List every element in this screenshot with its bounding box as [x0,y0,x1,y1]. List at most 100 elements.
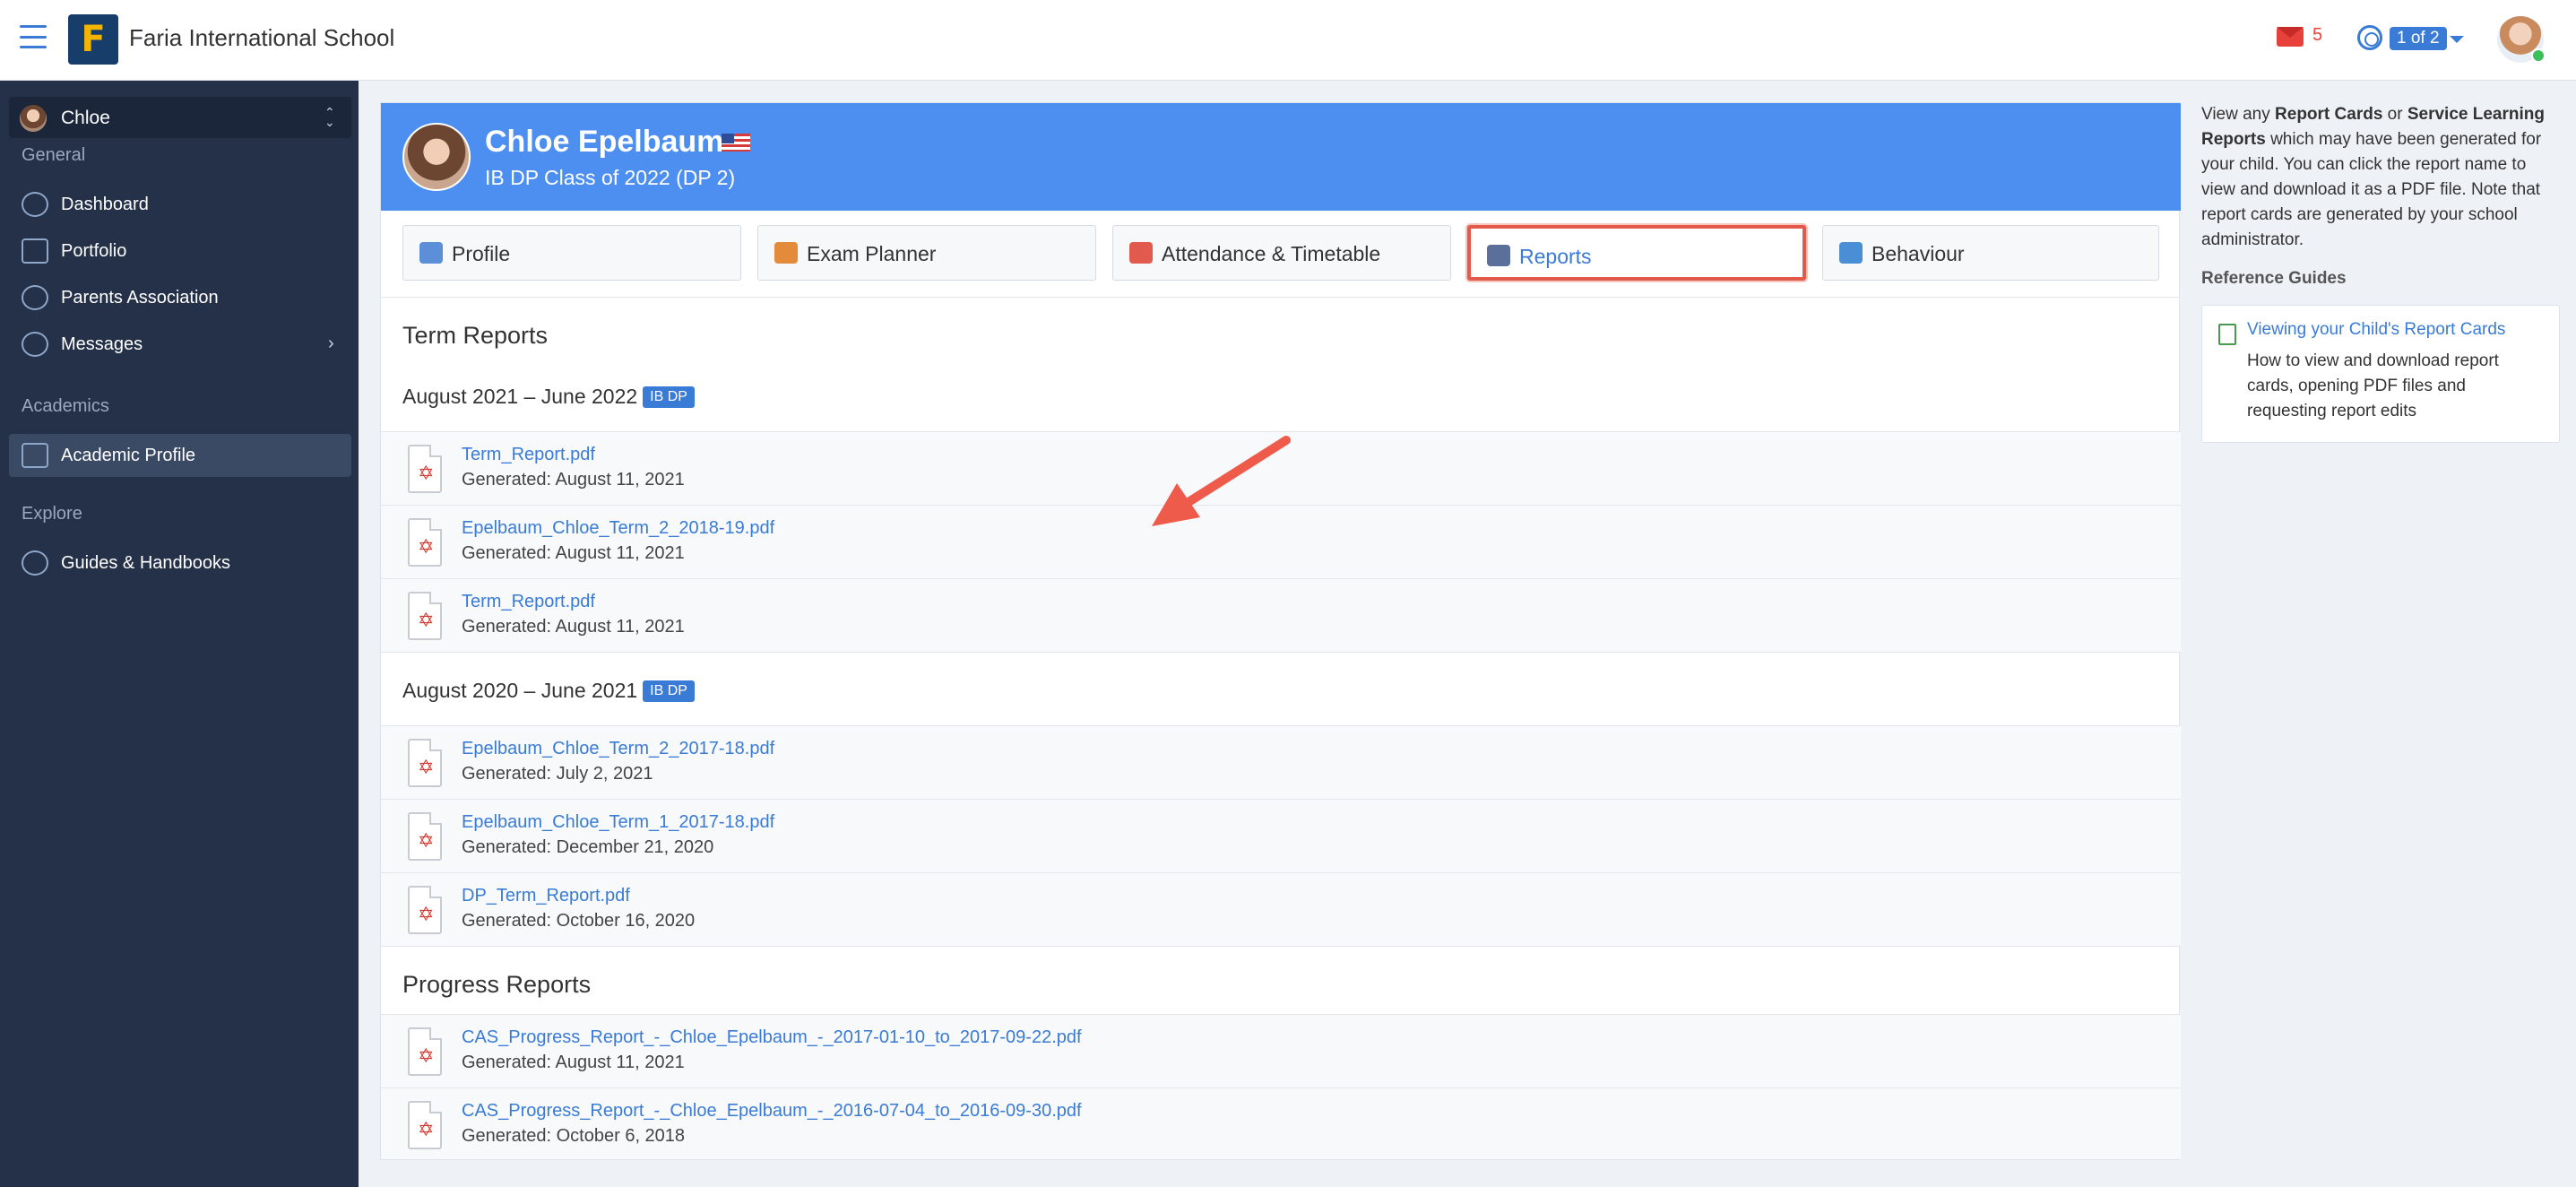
reference-guides-label: Reference Guides [2201,269,2347,288]
mail-count[interactable]: 5 [2312,25,2322,46]
report-generated-date: Generated: October 6, 2018 [462,1126,686,1146]
school-logo[interactable]: F [68,14,118,65]
profile-tabs: Profile Exam Planner Attendance & Timeta… [402,225,2159,282]
divider [381,946,2181,947]
report-link[interactable]: Term_Report.pdf [462,592,595,612]
sidebar-item-messages[interactable]: Messages › [9,323,351,366]
annotation-arrow-icon [1152,436,1291,526]
report-generated-date: Generated: July 2, 2021 [462,764,653,784]
guide-document-icon [2218,324,2236,345]
program-badge: IB DP [643,386,695,408]
report-row: ✡ DP_Term_Report.pdf Generated: October … [381,872,2181,946]
report-generated-date: Generated: August 11, 2021 [462,543,685,563]
reference-guide-card: Viewing your Child's Report Cards How to… [2201,305,2560,443]
report-generated-date: Generated: December 21, 2020 [462,837,714,857]
report-link[interactable]: CAS_Progress_Report_-_Chloe_Epelbaum_-_2… [462,1101,1082,1122]
sidebar-item-academic-profile[interactable]: Academic Profile [9,434,351,477]
help-panel: View any Report Cards or Service Learnin… [2201,102,2560,443]
reference-guide-description: How to view and download report cards, o… [2247,351,2499,420]
student-class: IB DP Class of 2022 (DP 2) [485,166,736,189]
divider [381,297,2181,298]
school-name[interactable]: Faria International School [129,24,394,52]
child-avatar [20,105,47,132]
report-row: ✡ CAS_Progress_Report_-_Chloe_Epelbaum_-… [381,1087,2181,1159]
dashboard-icon [22,192,48,217]
term-period-heading: August 2021 – June 2022 IB DP [402,385,695,409]
term-period: August 2020 – June 2021 [402,679,638,702]
mail-icon[interactable] [2277,27,2304,47]
report-generated-date: Generated: August 11, 2021 [462,617,685,637]
term-period: August 2021 – June 2022 [402,385,638,408]
sidebar-item-label: Dashboard [61,195,149,214]
sidebar-item-label: Portfolio [61,241,127,261]
report-generated-date: Generated: August 11, 2021 [462,470,685,490]
sidebar-item-guides-handbooks[interactable]: Guides & Handbooks [9,542,351,585]
sidebar-item-portfolio[interactable]: Portfolio [9,230,351,273]
reference-guide-link[interactable]: Viewing your Child's Report Cards [2247,320,2505,340]
child-name: Chloe [61,108,110,128]
person-icon [419,242,443,264]
chat-bubbles-icon [22,332,48,357]
report-row: ✡ Term_Report.pdf Generated: August 11, … [381,578,2181,652]
calendar-icon [1129,242,1153,264]
report-link[interactable]: DP_Term_Report.pdf [462,886,630,906]
pdf-icon: ✡ [408,1027,442,1076]
pdf-icon: ✡ [408,592,442,640]
tab-label: Exam Planner [807,242,937,265]
report-book-icon [1487,245,1510,266]
help-text-bold: Report Cards [2275,105,2383,124]
report-link[interactable]: Epelbaum_Chloe_Term_2_2017-18.pdf [462,739,774,759]
sidebar-item-parents-association[interactable]: Parents Association [9,276,351,319]
report-link[interactable]: Term_Report.pdf [462,445,595,465]
tab-exam-planner[interactable]: Exam Planner [757,225,1096,281]
tab-label: Profile [452,242,511,265]
caret-down-icon[interactable] [2450,36,2464,43]
section-label-general: General [22,145,86,165]
pdf-icon: ✡ [408,1101,442,1149]
report-link[interactable]: Epelbaum_Chloe_Term_2_2018-19.pdf [462,518,774,539]
pdf-icon: ✡ [408,812,442,861]
section-label-explore: Explore [22,504,82,524]
family-icon[interactable] [2357,25,2382,50]
report-row: ✡ Epelbaum_Chloe_Term_1_2017-18.pdf Gene… [381,799,2181,872]
sidebar-item-dashboard[interactable]: Dashboard [9,183,351,226]
tab-behaviour[interactable]: Behaviour [1822,225,2159,281]
student-name: Chloe Epelbaum [485,125,724,159]
section-label-academics: Academics [22,396,109,416]
people-icon [22,285,48,310]
menu-icon[interactable] [20,25,47,48]
report-row: ✡ Epelbaum_Chloe_Term_2_2017-18.pdf Gene… [381,725,2181,799]
term-reports-heading: Term Reports [402,322,549,349]
tab-attendance-timetable[interactable]: Attendance & Timetable [1112,225,1451,281]
briefcase-icon [22,238,48,264]
top-bar: F Faria International School 5 1 of 2 [0,0,2576,81]
pdf-icon: ✡ [408,445,442,493]
report-link[interactable]: Epelbaum_Chloe_Term_1_2017-18.pdf [462,812,774,833]
main-panel: Chloe Epelbaum IB DP Class of 2022 (DP 2… [380,102,2181,1160]
report-row: ✡ CAS_Progress_Report_-_Chloe_Epelbaum_-… [381,1014,2181,1087]
document-icon [22,443,48,468]
report-generated-date: Generated: August 11, 2021 [462,1053,685,1072]
term-period-heading: August 2020 – June 2021 IB DP [402,679,695,703]
help-text-part: View any [2201,105,2276,124]
pdf-icon: ✡ [408,886,442,934]
child-selector[interactable]: Chloe ⌃ ⌄ [9,97,351,138]
pdf-icon: ✡ [408,739,442,787]
tab-label: Reports [1519,245,1592,268]
sidebar-item-label: Parents Association [61,288,219,308]
online-status-dot [2531,48,2546,63]
sidebar-item-label: Guides & Handbooks [61,553,231,573]
tab-reports[interactable]: Reports [1467,225,1806,281]
report-link[interactable]: CAS_Progress_Report_-_Chloe_Epelbaum_-_2… [462,1027,1082,1048]
tab-label: Attendance & Timetable [1162,242,1381,265]
divider [381,652,2181,653]
chevron-right-icon: › [328,334,334,353]
student-avatar [402,123,471,191]
family-switch-badge[interactable]: 1 of 2 [2390,27,2447,50]
behaviour-icon [1839,242,1863,264]
tab-profile[interactable]: Profile [402,225,741,281]
program-badge: IB DP [643,680,695,702]
sidebar-item-label: Messages [61,334,143,354]
us-flag-icon [722,134,750,152]
updown-chevron-icon: ⌃ ⌄ [324,105,335,129]
